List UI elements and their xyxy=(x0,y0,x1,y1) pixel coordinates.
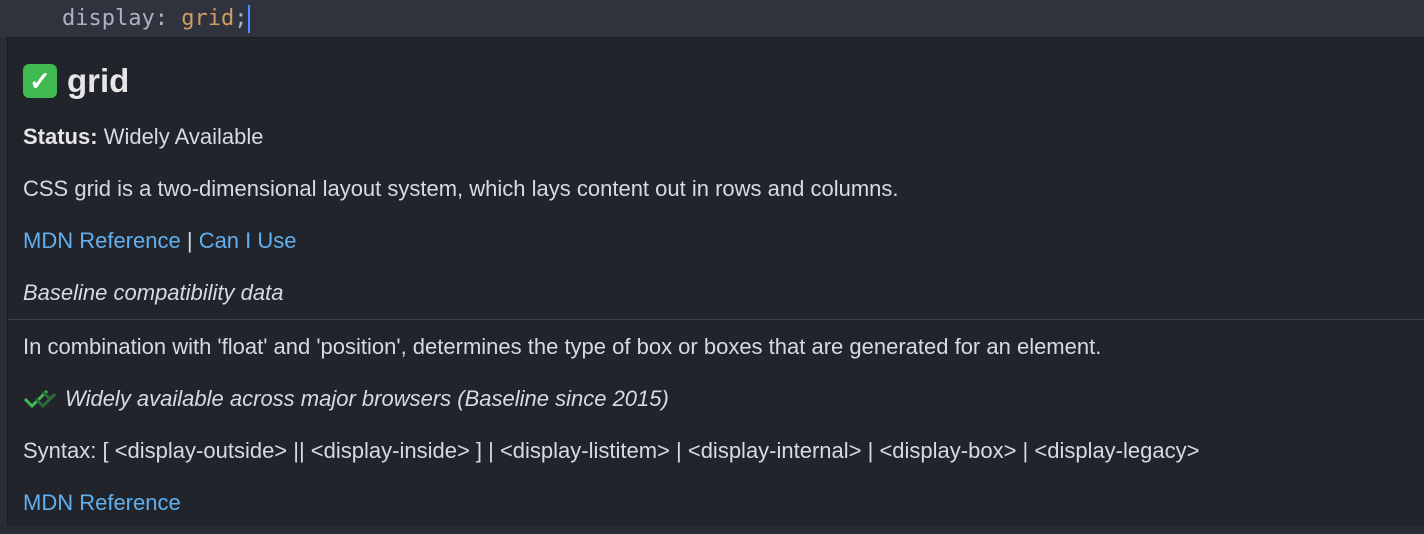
link-separator: | xyxy=(186,228,193,253)
hover-divider xyxy=(8,319,1424,320)
mdn-reference-link[interactable]: MDN Reference xyxy=(23,228,181,253)
can-i-use-link[interactable]: Can I Use xyxy=(199,228,297,253)
editor-code-line[interactable]: display: grid; xyxy=(0,0,1424,37)
editor-bottom-edge xyxy=(0,526,1424,534)
links-row: MDN Reference | Can I Use xyxy=(23,227,297,255)
css-value-token: grid xyxy=(181,6,235,31)
text-cursor xyxy=(248,5,251,33)
colon-token: : xyxy=(154,6,182,31)
hover-title: ✓ grid xyxy=(23,62,129,100)
check-mark-button-icon: ✓ xyxy=(23,64,57,98)
baseline-data-label: Baseline compatibility data xyxy=(23,280,284,305)
status-label: Status: xyxy=(23,124,98,149)
mdn-reference-link-2-row: MDN Reference xyxy=(23,489,181,517)
baseline-check-icon xyxy=(23,388,57,416)
status-value: Widely Available xyxy=(103,124,264,149)
css-property-token: display xyxy=(62,6,155,31)
feature-description: CSS grid is a two-dimensional layout sys… xyxy=(23,176,899,201)
property-description: In combination with 'float' and 'positio… xyxy=(23,334,1102,359)
hover-title-text: grid xyxy=(67,62,130,99)
baseline-row: Widely available across major browsers (… xyxy=(23,385,669,416)
status-row: Status: Widely Available xyxy=(23,123,263,151)
mdn-reference-link-2[interactable]: MDN Reference xyxy=(23,490,181,515)
semicolon-token: ; xyxy=(234,6,248,31)
hover-tooltip: ✓ grid Status: Widely Available CSS grid… xyxy=(7,37,1424,526)
baseline-text: Widely available across major browsers (… xyxy=(65,386,669,411)
syntax-row: Syntax: [ <display-outside> || <display-… xyxy=(23,438,1200,463)
